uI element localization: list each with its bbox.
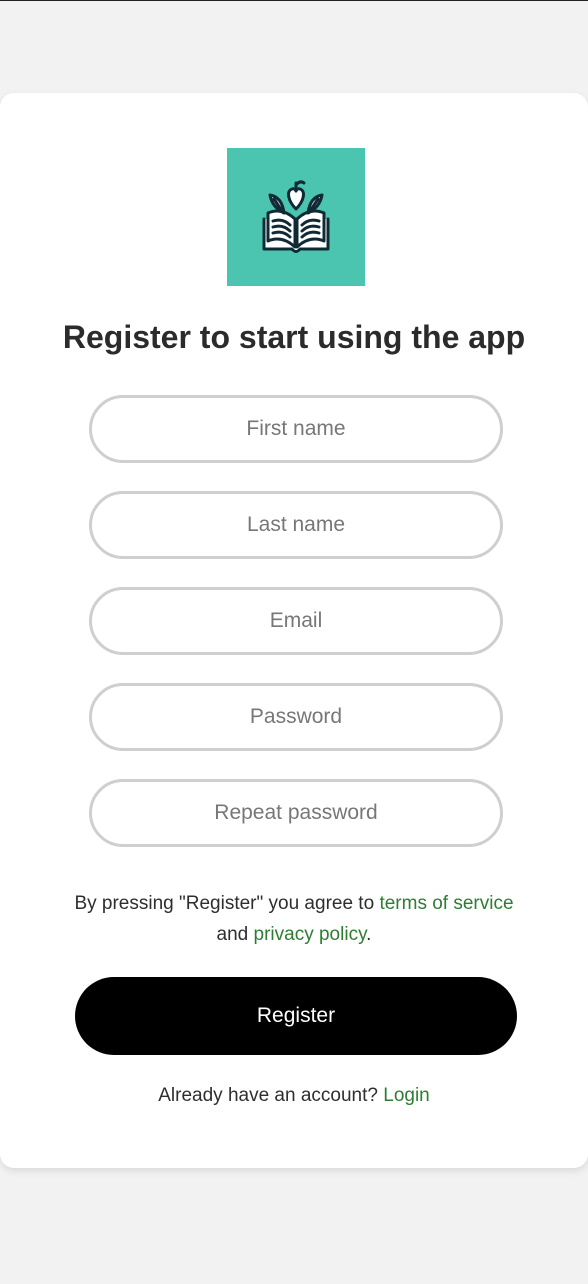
open-book-with-leaves-icon [262, 180, 330, 253]
terms-agreement-text: By pressing "Register" you agree to term… [0, 888, 588, 950]
register-card: Register to start using the app By press… [0, 93, 588, 1168]
register-button[interactable]: Register [75, 977, 517, 1055]
password-input[interactable] [89, 683, 503, 751]
first-name-input[interactable] [89, 395, 503, 463]
login-prompt-text: Already have an account? [158, 1085, 384, 1106]
terms-of-service-link[interactable]: terms of service [379, 893, 513, 914]
agreement-prefix: By pressing "Register" you agree to [74, 893, 380, 914]
repeat-password-input[interactable] [89, 779, 503, 847]
login-prompt: Already have an account? Login [0, 1085, 588, 1107]
agreement-suffix: . [366, 924, 372, 945]
app-logo [227, 148, 365, 286]
last-name-input[interactable] [89, 491, 503, 559]
privacy-policy-link[interactable]: privacy policy [254, 924, 367, 945]
page-title: Register to start using the app [62, 319, 526, 355]
email-input[interactable] [89, 587, 503, 655]
login-link[interactable]: Login [383, 1085, 430, 1106]
agreement-conjunction: and [216, 924, 254, 945]
